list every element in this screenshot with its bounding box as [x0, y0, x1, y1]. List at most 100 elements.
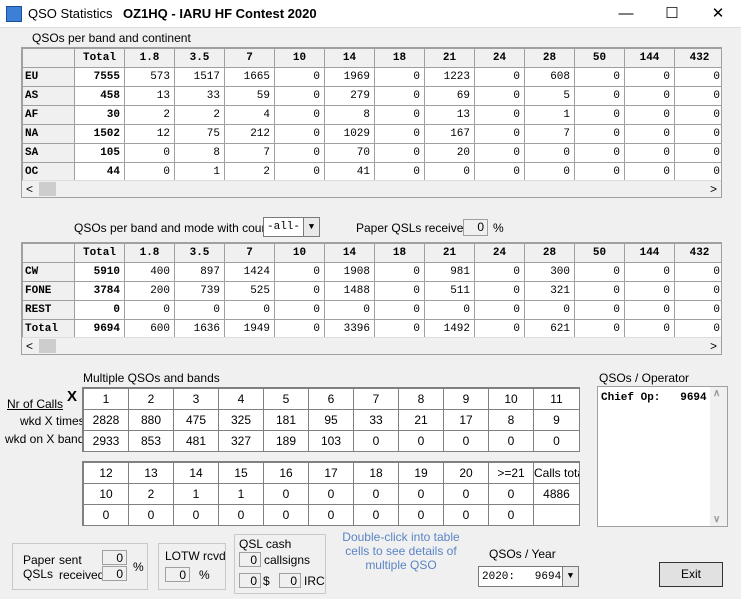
- column-header[interactable]: 4: [218, 388, 264, 410]
- table-cell[interactable]: 2: [124, 105, 175, 125]
- table-cell[interactable]: 7: [224, 143, 275, 163]
- column-header[interactable]: 18: [374, 243, 425, 263]
- table-cell[interactable]: 0: [474, 281, 525, 301]
- table-cell[interactable]: 2: [224, 162, 275, 182]
- table-cell[interactable]: 0: [474, 67, 525, 87]
- table-cell[interactable]: 0: [574, 67, 625, 87]
- table-cell[interactable]: 0: [574, 300, 625, 320]
- column-header[interactable]: 1: [83, 388, 129, 410]
- table-cell[interactable]: 0: [674, 105, 721, 125]
- table-cell[interactable]: 0: [424, 300, 475, 320]
- received-field[interactable]: 0: [102, 566, 127, 581]
- multiple-grid-2[interactable]: 121314151617181920>=21Calls total1021100…: [82, 461, 580, 526]
- irc-field[interactable]: 0: [279, 573, 301, 588]
- table-cell[interactable]: 0: [274, 105, 325, 125]
- table-cell[interactable]: 880: [128, 409, 174, 431]
- table-cell[interactable]: 0: [574, 162, 625, 182]
- chevron-down-icon[interactable]: ▼: [303, 218, 319, 236]
- table-cell[interactable]: 600: [124, 319, 175, 339]
- table-cell[interactable]: 1: [524, 105, 575, 125]
- row-header[interactable]: SA: [22, 143, 75, 163]
- sent-field[interactable]: 0: [102, 550, 127, 565]
- table-cell[interactable]: 0: [574, 105, 625, 125]
- column-header[interactable]: 7: [224, 243, 275, 263]
- row-header[interactable]: NA: [22, 124, 75, 144]
- table-cell[interactable]: 0: [374, 143, 425, 163]
- table-cell[interactable]: 5: [524, 86, 575, 106]
- table-cell[interactable]: 0: [374, 67, 425, 87]
- column-header[interactable]: 11: [533, 388, 580, 410]
- table-cell[interactable]: 621: [524, 319, 575, 339]
- operator-scrollbar[interactable]: ∧ ∨: [710, 387, 727, 526]
- lotw-field[interactable]: 0: [165, 567, 190, 582]
- table-cell[interactable]: 33: [174, 86, 225, 106]
- table-cell[interactable]: 0: [443, 430, 489, 452]
- table-cell[interactable]: 0: [624, 300, 675, 320]
- table-cell[interactable]: 0: [374, 300, 425, 320]
- table-cell[interactable]: 1: [174, 162, 225, 182]
- table-cell[interactable]: 0: [398, 483, 444, 505]
- table-cell[interactable]: 0: [488, 483, 534, 505]
- scroll-thumb[interactable]: [39, 339, 56, 353]
- table-cell[interactable]: [533, 504, 580, 526]
- country-select[interactable]: -all- ▼: [263, 217, 320, 237]
- column-header[interactable]: 7: [353, 388, 399, 410]
- table-cell[interactable]: 33: [353, 409, 399, 431]
- row-header[interactable]: AS: [22, 86, 75, 106]
- table-cell[interactable]: 167: [424, 124, 475, 144]
- table-cell[interactable]: 0: [624, 143, 675, 163]
- table-cell[interactable]: 0: [124, 300, 175, 320]
- table-cell[interactable]: 525: [224, 281, 275, 301]
- table-cell[interactable]: 3784: [74, 281, 125, 301]
- column-header[interactable]: 10: [274, 243, 325, 263]
- table-cell[interactable]: 1908: [324, 262, 375, 282]
- table-cell[interactable]: 0: [274, 319, 325, 339]
- table-cell[interactable]: 325: [218, 409, 264, 431]
- scroll-left-icon[interactable]: <: [26, 182, 33, 196]
- table-cell[interactable]: 573: [124, 67, 175, 87]
- table-cell[interactable]: 41: [324, 162, 375, 182]
- mode-grid[interactable]: Total 1.8 3.5 7 10 14 18 21 24 28 50 144 432 CW 5910 40…: [21, 242, 722, 355]
- column-header[interactable]: 18: [353, 462, 399, 484]
- table-cell[interactable]: 0: [374, 262, 425, 282]
- column-header[interactable]: 15: [218, 462, 264, 484]
- column-header[interactable]: 21: [424, 243, 475, 263]
- table-cell[interactable]: 0: [398, 504, 444, 526]
- column-header[interactable]: 1.8: [124, 48, 175, 68]
- table-cell[interactable]: 1424: [224, 262, 275, 282]
- close-icon[interactable]: ✕: [695, 0, 741, 28]
- column-header[interactable]: 7: [224, 48, 275, 68]
- table-cell[interactable]: 608: [524, 67, 575, 87]
- table-cell[interactable]: 0: [524, 143, 575, 163]
- table-cell[interactable]: 300: [524, 262, 575, 282]
- table-cell[interactable]: 0: [308, 504, 354, 526]
- table-cell[interactable]: 0: [374, 105, 425, 125]
- year-select[interactable]: 2020: 9694 ▼: [478, 566, 579, 587]
- table-cell[interactable]: 0: [488, 504, 534, 526]
- table-cell[interactable]: 0: [674, 319, 721, 339]
- column-header[interactable]: 50: [574, 48, 625, 68]
- table-cell[interactable]: 739: [174, 281, 225, 301]
- row-header[interactable]: AF: [22, 105, 75, 125]
- column-header[interactable]: 3: [173, 388, 219, 410]
- table-cell[interactable]: 9694: [74, 319, 125, 339]
- table-cell[interactable]: 0: [374, 162, 425, 182]
- column-header[interactable]: Total: [74, 48, 125, 68]
- table-cell[interactable]: 13: [424, 105, 475, 125]
- table-cell[interactable]: 0: [128, 504, 174, 526]
- table-cell[interactable]: 0: [74, 300, 125, 320]
- column-header[interactable]: >=21: [488, 462, 534, 484]
- column-header[interactable]: 14: [324, 48, 375, 68]
- table-cell[interactable]: 1: [173, 483, 219, 505]
- scroll-right-icon[interactable]: >: [710, 182, 717, 196]
- table-cell[interactable]: 95: [308, 409, 354, 431]
- table-cell[interactable]: 0: [624, 262, 675, 282]
- column-header[interactable]: 14: [173, 462, 219, 484]
- table-cell[interactable]: 1665: [224, 67, 275, 87]
- minimize-icon[interactable]: —: [603, 0, 649, 28]
- table-cell[interactable]: 1492: [424, 319, 475, 339]
- table-cell[interactable]: 0: [474, 86, 525, 106]
- table-cell[interactable]: 1502: [74, 124, 125, 144]
- scroll-down-icon[interactable]: ∨: [713, 514, 720, 525]
- table-cell[interactable]: 0: [474, 262, 525, 282]
